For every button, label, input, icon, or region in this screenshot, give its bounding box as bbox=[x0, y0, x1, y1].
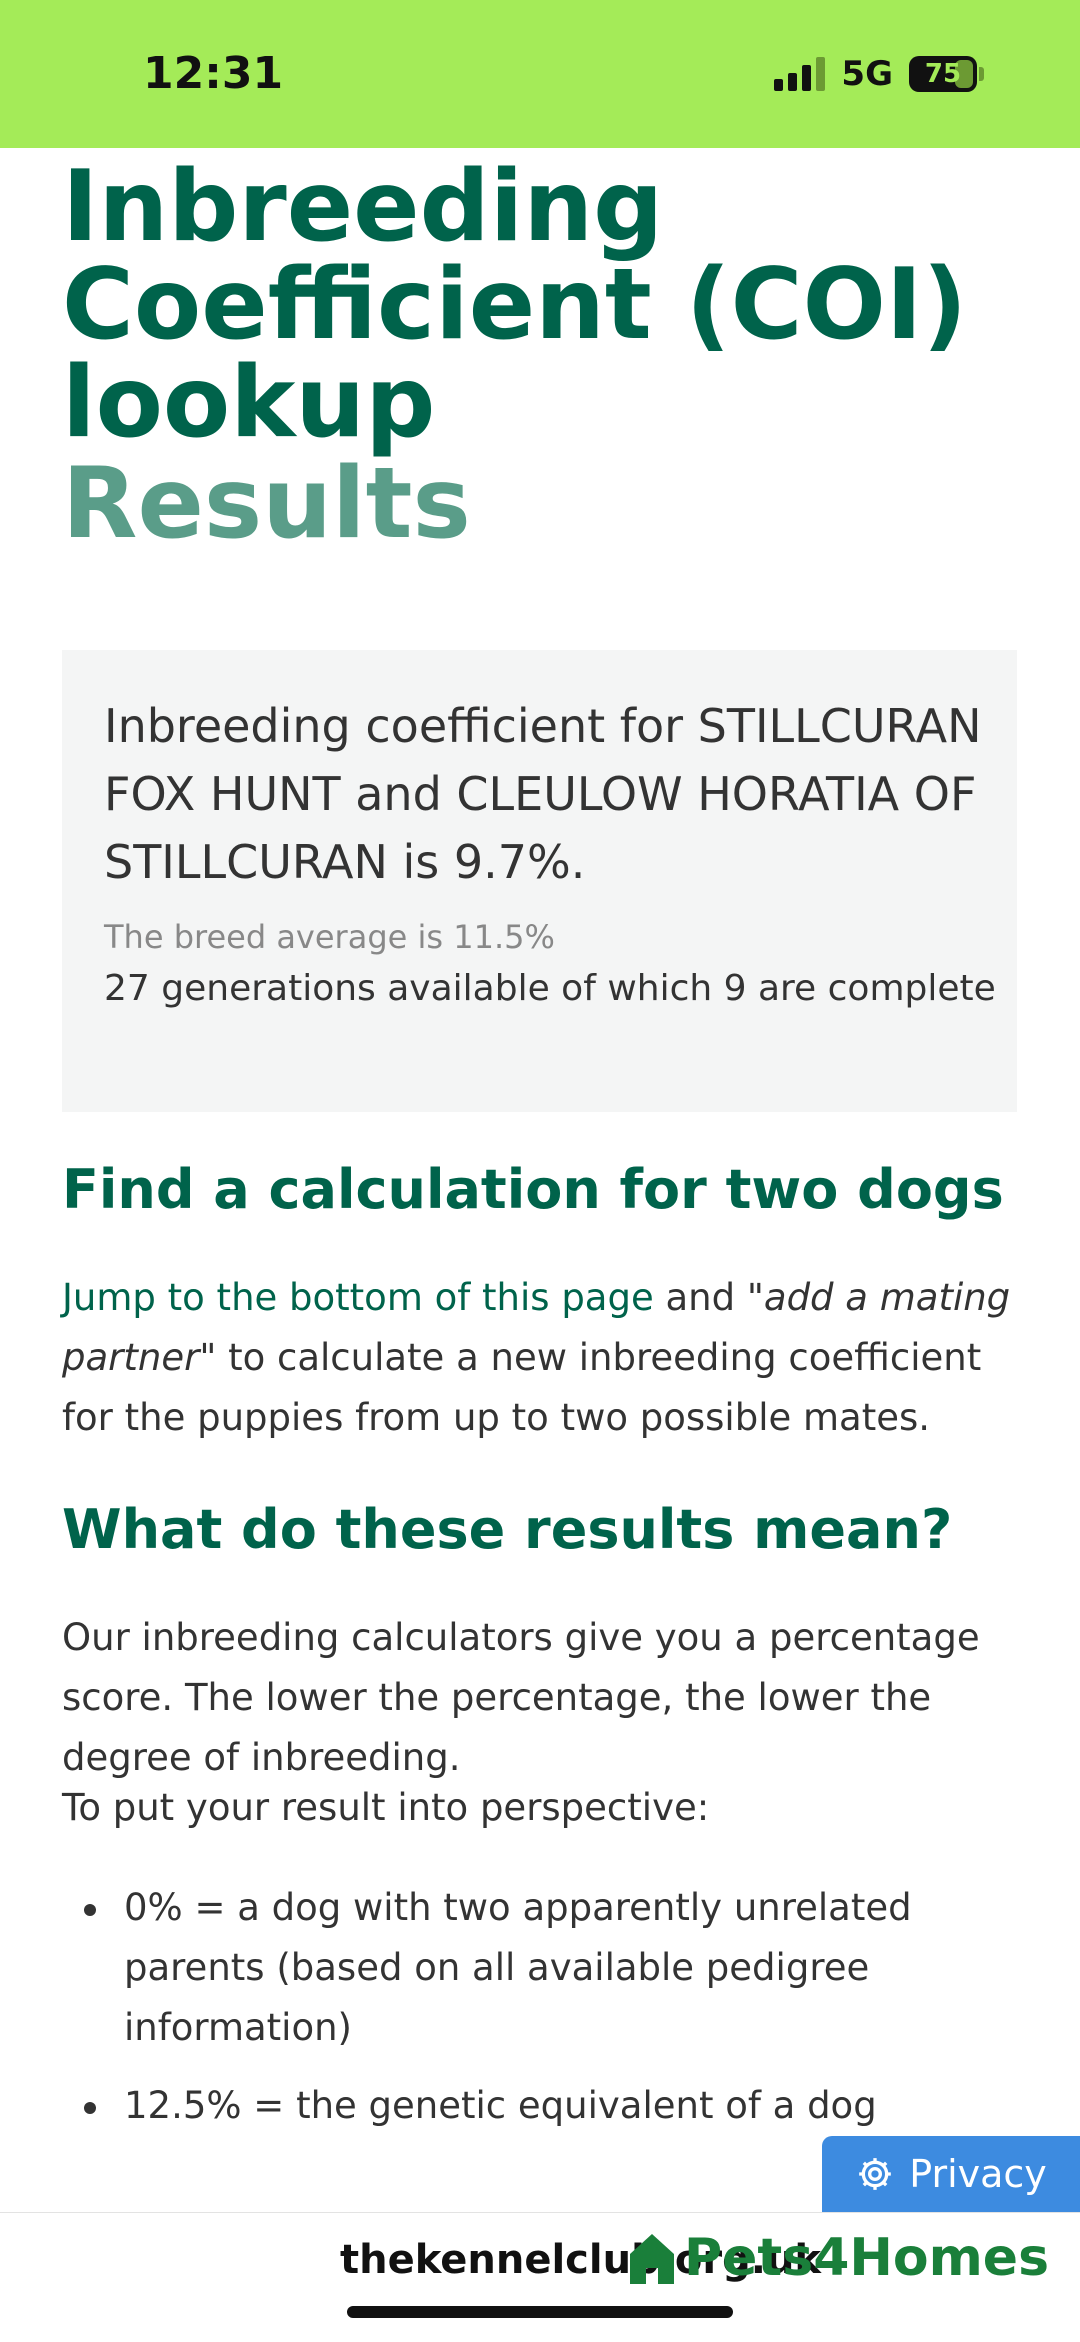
perspective-paragraph: To put your result into perspective: bbox=[62, 1786, 710, 1829]
battery-level: 75 bbox=[924, 59, 962, 89]
network-label: 5G bbox=[841, 54, 893, 94]
two-dogs-text-a: and " bbox=[653, 1276, 764, 1319]
gear-icon bbox=[859, 2158, 892, 2190]
watermark-label: Pets4Homes bbox=[684, 2228, 1050, 2288]
section-heading-results-meaning: What do these results mean? bbox=[62, 1498, 953, 1561]
title-line-1: Inbreeding bbox=[62, 150, 664, 264]
title-line-3: lookup bbox=[62, 346, 436, 460]
page-title: Inbreeding Coefficient (COI) lookup bbox=[62, 148, 1017, 452]
home-indicator[interactable] bbox=[347, 2306, 733, 2318]
page-content: Inbreeding Coefficient (COI) lookup Resu… bbox=[62, 148, 1017, 2127]
two-dogs-paragraph: Jump to the bottom of this page and "add… bbox=[62, 1268, 1017, 1448]
page-subtitle: Results bbox=[62, 447, 471, 561]
breed-average-text: The breed average is 11.5% bbox=[104, 918, 555, 956]
battery-icon: 75 bbox=[909, 56, 977, 92]
title-line-2: Coefficient (COI) bbox=[62, 248, 968, 362]
battery-tip bbox=[979, 67, 984, 81]
list-item: 12.5% = the genetic equivalent of a dog bbox=[62, 2076, 1017, 2136]
status-time: 12:31 bbox=[143, 48, 284, 99]
house-icon bbox=[630, 2234, 674, 2284]
list-item: 0% = a dog with two apparently unrelated… bbox=[62, 1878, 1017, 2058]
result-main-text: Inbreeding coefficient for STILLCURAN FO… bbox=[104, 699, 982, 889]
section-heading-two-dogs: Find a calculation for two dogs bbox=[62, 1158, 1004, 1221]
watermark: Pets4Homes bbox=[626, 2228, 1049, 2288]
generations-text: 27 generations available of which 9 are … bbox=[104, 968, 996, 1009]
two-dogs-text-b: " to calculate a new inbreeding coeffici… bbox=[62, 1336, 982, 1439]
privacy-button[interactable]: Privacy bbox=[822, 2136, 1080, 2212]
signal-icon bbox=[774, 57, 826, 91]
result-box: Inbreeding coefficient for STILLCURAN FO… bbox=[62, 650, 1017, 1112]
status-icons: 5G 75 bbox=[774, 54, 984, 94]
jump-to-bottom-link[interactable]: Jump to the bottom of this page bbox=[62, 1276, 654, 1319]
status-bar: 12:31 5G 75 bbox=[0, 0, 1080, 148]
results-meaning-paragraph: Our inbreeding calculators give you a pe… bbox=[62, 1616, 980, 1779]
perspective-list: 0% = a dog with two apparently unrelated… bbox=[62, 1878, 1017, 2136]
privacy-label: Privacy bbox=[909, 2152, 1047, 2196]
